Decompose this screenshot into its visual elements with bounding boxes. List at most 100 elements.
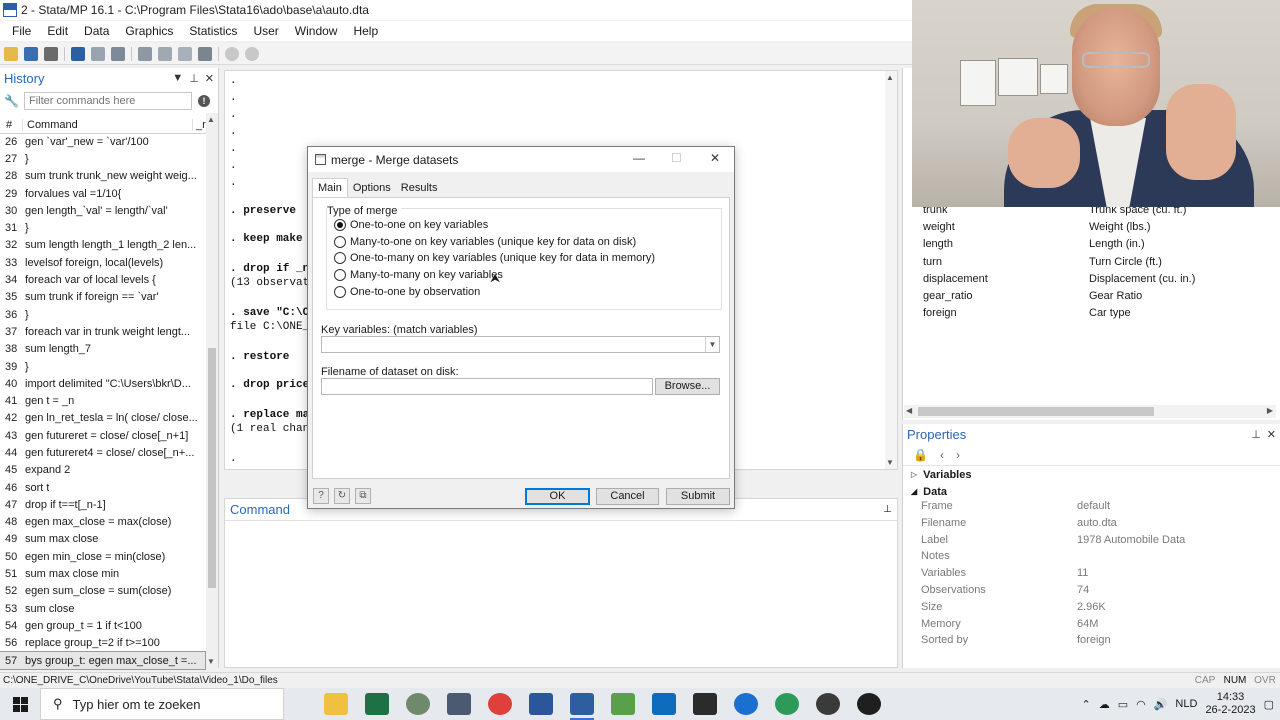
cloud-icon[interactable]: ☁	[1099, 698, 1110, 711]
history-row[interactable]: 47 drop if t==t[_n-1]	[0, 496, 205, 513]
wrench-icon[interactable]: 🔧	[4, 94, 19, 108]
tab-options[interactable]: Options	[348, 179, 396, 197]
file-explorer-icon[interactable]	[324, 693, 348, 715]
history-row[interactable]: 45 expand 2	[0, 462, 205, 479]
menu-statistics[interactable]: Statistics	[181, 24, 245, 38]
battery-icon[interactable]: ▭	[1118, 698, 1128, 711]
scroll-left-icon[interactable]: ◀	[906, 406, 912, 415]
results-scrollbar[interactable]: ▲ ▼	[885, 71, 897, 469]
open-icon[interactable]	[4, 46, 18, 61]
col-number[interactable]: #	[0, 119, 22, 131]
forward-icon[interactable]: ›	[956, 448, 960, 462]
print-icon[interactable]	[44, 46, 58, 61]
radio-button[interactable]	[334, 252, 346, 265]
data-editor-icon[interactable]	[158, 46, 172, 61]
pin-icon[interactable]: ⊥	[189, 72, 199, 85]
history-row[interactable]: 53 sum close	[0, 600, 205, 617]
radio-button[interactable]	[334, 235, 346, 248]
radio-button[interactable]	[334, 219, 346, 231]
property-row[interactable]: Memory 64M	[903, 618, 1280, 635]
filter-icon[interactable]: ▼	[172, 72, 183, 85]
copy-icon[interactable]: ⧉	[355, 488, 371, 504]
history-row[interactable]: 26 gen `var'_new = `var'/100	[0, 133, 205, 150]
history-row[interactable]: 54 gen group_t = 1 if t<100	[0, 617, 205, 634]
history-scrollbar[interactable]: ▲ ▼	[206, 113, 218, 668]
property-row[interactable]: Label 1978 Automobile Data	[903, 534, 1280, 551]
word-icon[interactable]	[529, 693, 553, 715]
property-row[interactable]: Size 2.96K	[903, 601, 1280, 618]
variable-row[interactable]: gear_ratio Gear Ratio	[903, 290, 1269, 307]
history-row[interactable]: 35 sum trunk if foreign == `var'	[0, 289, 205, 306]
history-row[interactable]: 46 sort t	[0, 479, 205, 496]
filename-input[interactable]	[321, 378, 653, 395]
save-icon[interactable]	[24, 46, 38, 61]
menu-graphics[interactable]: Graphics	[117, 24, 181, 38]
data-browser-icon[interactable]	[178, 46, 192, 61]
lock-icon[interactable]: 🔒	[913, 448, 928, 462]
scroll-down-icon[interactable]: ▼	[207, 657, 215, 666]
menu-edit[interactable]: Edit	[39, 24, 76, 38]
submit-button[interactable]: Submit	[666, 488, 730, 505]
history-row[interactable]: 50 egen min_close = min(close)	[0, 548, 205, 565]
property-row[interactable]: Sorted by foreign	[903, 634, 1280, 651]
history-row[interactable]: 42 gen ln_ret_tesla = ln( close/ close...	[0, 410, 205, 427]
history-row[interactable]: 39}	[0, 358, 205, 375]
pin-icon[interactable]: ⊥	[1251, 428, 1261, 441]
property-row[interactable]: Filename auto.dta	[903, 517, 1280, 534]
close-icon[interactable]: ✕	[710, 151, 720, 165]
radio-button[interactable]	[334, 285, 346, 298]
menu-data[interactable]: Data	[76, 24, 117, 38]
history-row[interactable]: 51 sum max close min	[0, 565, 205, 582]
pycharm-icon[interactable]	[693, 693, 717, 715]
history-scroll-thumb[interactable]	[208, 348, 216, 588]
merge-option-4[interactable]: Many-to-many on key variables	[334, 269, 503, 282]
language-indicator[interactable]: NLD	[1175, 698, 1197, 710]
browse-button[interactable]: Browse...	[655, 378, 720, 395]
scroll-up-icon[interactable]: ▲	[207, 115, 215, 124]
chevron-up-icon[interactable]: ⌃	[1081, 698, 1090, 711]
history-row[interactable]: 41 gen t = _n	[0, 392, 205, 409]
history-row[interactable]: 49 sum max close	[0, 531, 205, 548]
stata-icon[interactable]	[570, 693, 594, 720]
radio-button[interactable]	[334, 269, 346, 282]
excel-icon[interactable]	[365, 693, 389, 715]
maps-icon[interactable]	[775, 693, 799, 715]
log-icon[interactable]	[71, 46, 85, 61]
viewer-icon[interactable]	[91, 46, 105, 61]
history-row[interactable]: 43 gen futureret = close/ close[_n+1]	[0, 427, 205, 444]
more-icon[interactable]	[225, 46, 239, 61]
recorder-icon[interactable]	[857, 693, 881, 715]
history-row[interactable]: 40 import delimited "C:\Users\bkr\D...	[0, 375, 205, 392]
history-row[interactable]: 29 forvalues val =1/10{	[0, 185, 205, 202]
scroll-down-icon[interactable]: ▼	[886, 458, 894, 467]
obs-icon[interactable]	[816, 693, 840, 715]
menu-window[interactable]: Window	[287, 24, 346, 38]
browser-icon[interactable]	[734, 693, 758, 715]
merge-option-3[interactable]: One-to-many on key variables (unique key…	[334, 252, 655, 265]
variables-manager-icon[interactable]	[198, 46, 212, 61]
history-row[interactable]: 38 sum length_7	[0, 341, 205, 358]
close-icon[interactable]: ✕	[205, 72, 214, 85]
app-icon[interactable]	[406, 693, 430, 715]
variable-row[interactable]: displacement Displacement (cu. in.)	[903, 273, 1269, 290]
col-command[interactable]: Command	[22, 118, 192, 131]
property-row[interactable]: Observations 74	[903, 584, 1280, 601]
wifi-icon[interactable]: ◠	[1136, 698, 1146, 711]
taskbar-search[interactable]: ⚲ Typ hier om te zoeken	[40, 688, 284, 720]
history-row[interactable]: 34 foreach var of local levels {	[0, 271, 205, 288]
key-variables-combobox[interactable]: ▼	[321, 336, 720, 353]
history-row[interactable]: 27}	[0, 150, 205, 167]
variable-row[interactable]: weight Weight (lbs.)	[903, 221, 1269, 238]
history-row[interactable]: 28 sum trunk trunk_new weight weig...	[0, 168, 205, 185]
history-row[interactable]: 37 foreach var in trunk weight lengt...	[0, 323, 205, 340]
history-row[interactable]: 31}	[0, 219, 205, 236]
history-row[interactable]: 44 gen futureret4 = close/ close[_n+...	[0, 444, 205, 461]
history-row[interactable]: 30 gen length_`val' = length/`val'	[0, 202, 205, 219]
cancel-button[interactable]: Cancel	[596, 488, 659, 505]
pin-icon[interactable]: ⊥	[883, 504, 892, 515]
info-icon[interactable]: !	[198, 95, 210, 107]
variables-scroll-thumb[interactable]	[918, 407, 1154, 416]
greenshot-icon[interactable]	[611, 693, 635, 715]
variable-row[interactable]: foreign Car type	[903, 307, 1269, 324]
scroll-up-icon[interactable]: ▲	[886, 73, 894, 82]
